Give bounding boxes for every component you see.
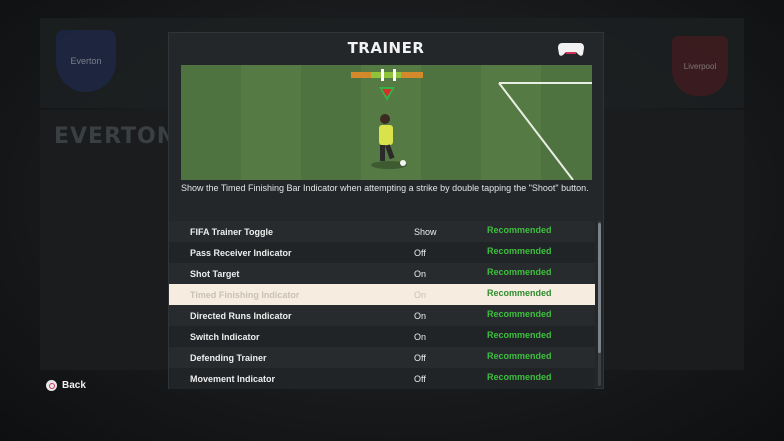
setting-name: Movement Indicator (190, 374, 276, 384)
recommended-badge: Recommended (487, 372, 552, 382)
setting-value: On (414, 311, 427, 321)
pitch-scene (181, 65, 592, 180)
away-crest-icon: Liverpool (672, 36, 728, 96)
setting-row-fifa-trainer-toggle[interactable]: FIFA Trainer Toggle Show Recommended (169, 221, 595, 242)
background-panel-left (40, 110, 170, 370)
gamepad-icon (558, 43, 584, 56)
setting-value: On (414, 332, 427, 342)
setting-name: Shot Target (190, 269, 240, 279)
setting-value: Show (414, 227, 437, 237)
setting-name: Defending Trainer (190, 353, 267, 363)
setting-name: Pass Receiver Indicator (190, 248, 292, 258)
circle-button-icon (46, 380, 57, 391)
home-crest-label: Everton (70, 56, 102, 66)
recommended-badge: Recommended (487, 330, 552, 340)
background-panel-right (604, 110, 744, 370)
recommended-badge: Recommended (487, 246, 552, 256)
setting-row-directed-runs-indicator[interactable]: Directed Runs Indicator On Recommended (169, 305, 595, 326)
recommended-badge: Recommended (487, 288, 552, 298)
setting-description: Show the Timed Finishing Bar Indicator w… (181, 183, 589, 193)
setting-name: Timed Finishing Indicator (190, 290, 300, 300)
recommended-badge: Recommended (487, 225, 552, 235)
setting-row-movement-indicator[interactable]: Movement Indicator Off Recommended (169, 368, 595, 389)
setting-row-shot-target[interactable]: Shot Target On Recommended (169, 263, 595, 284)
away-crest-label: Liverpool (683, 61, 717, 71)
recommended-badge: Recommended (487, 267, 552, 277)
setting-name: Directed Runs Indicator (190, 311, 292, 321)
settings-list: FIFA Trainer Toggle Show Recommended Pas… (169, 221, 595, 390)
setting-row-defending-trainer[interactable]: Defending Trainer Off Recommended (169, 347, 595, 368)
settings-scrollbar[interactable] (598, 221, 601, 386)
back-button[interactable]: Back (46, 380, 86, 391)
setting-row-pass-receiver-indicator[interactable]: Pass Receiver Indicator Off Recommended (169, 242, 595, 263)
home-team-name: EVERTON (54, 124, 177, 149)
setting-name: FIFA Trainer Toggle (190, 227, 274, 237)
scrollbar-thumb[interactable] (598, 223, 601, 353)
setting-value: Off (414, 248, 426, 258)
setting-value: On (414, 269, 427, 279)
recommended-badge: Recommended (487, 351, 552, 361)
setting-value: On (414, 290, 427, 300)
recommended-badge: Recommended (487, 309, 552, 319)
setting-row-timed-finishing-indicator[interactable]: Timed Finishing Indicator On Recommended (169, 284, 595, 305)
setting-row-switch-indicator[interactable]: Switch Indicator On Recommended (169, 326, 595, 347)
setting-value: Off (414, 374, 426, 384)
dialog-title: TRAINER (347, 39, 425, 57)
trainer-dialog: TRAINER Show the Timed Finishing Bar Ind… (168, 32, 604, 389)
setting-name: Switch Indicator (190, 332, 260, 342)
trainer-preview-image (181, 65, 592, 180)
home-crest-icon: Everton (56, 30, 116, 92)
back-label: Back (62, 380, 86, 391)
setting-value: Off (414, 353, 426, 363)
